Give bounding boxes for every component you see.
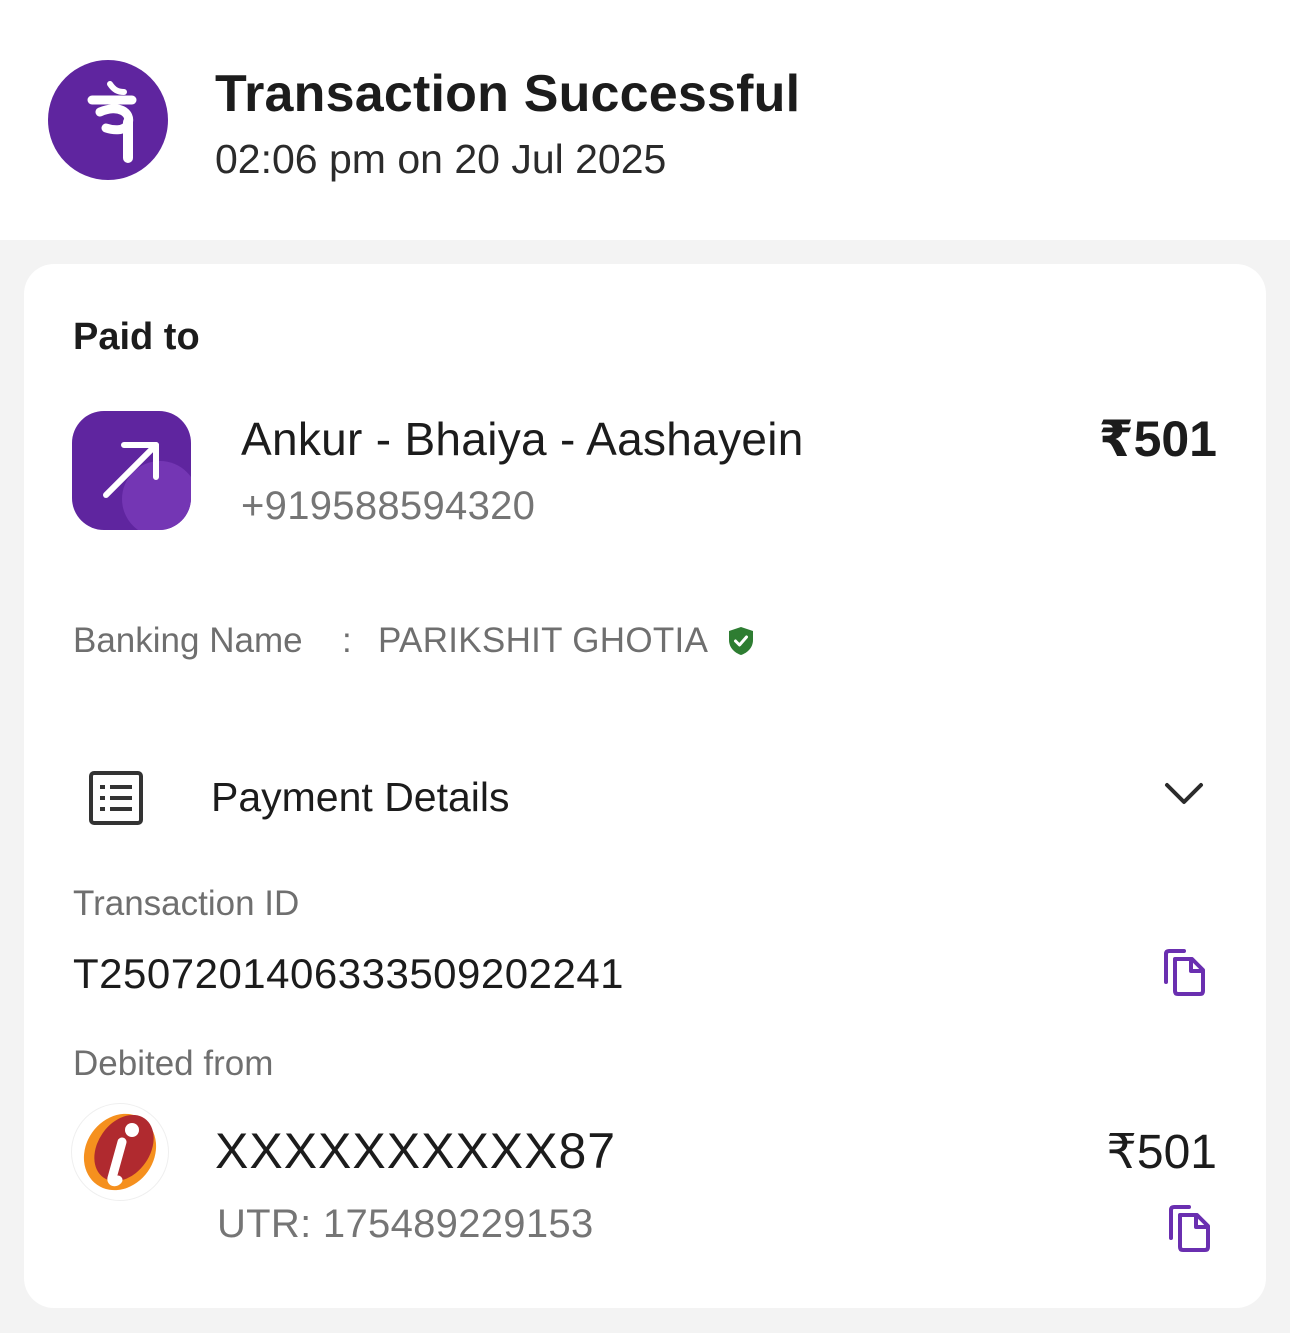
- transaction-datetime: 02:06 pm on 20 Jul 2025: [215, 136, 667, 182]
- debit-account-number: XXXXXXXXXX87: [215, 1123, 617, 1179]
- paid-amount: ₹501: [1098, 411, 1217, 467]
- verified-shield-icon: [727, 626, 755, 661]
- debit-amount: ₹501: [1106, 1126, 1217, 1179]
- debited-from-label: Debited from: [73, 1044, 274, 1083]
- chevron-down-icon[interactable]: [1164, 780, 1204, 811]
- banking-name-separator: :: [342, 621, 352, 660]
- receipt-list-icon[interactable]: [88, 770, 144, 831]
- header: Transaction Successful 02:06 pm on 20 Ju…: [0, 0, 1290, 240]
- banking-name-label: Banking Name: [73, 621, 303, 660]
- phonepe-logo-icon: [48, 60, 168, 180]
- page-title: Transaction Successful: [215, 65, 801, 123]
- transaction-id-value: T2507201406333509202241: [73, 950, 625, 997]
- transaction-id-label: Transaction ID: [73, 884, 300, 923]
- payee-name: Ankur - Bhaiya - Aashayein: [241, 413, 804, 465]
- copy-icon[interactable]: [1162, 948, 1208, 1001]
- arrow-up-right-icon: [72, 411, 191, 530]
- icici-bank-logo-icon: [72, 1104, 168, 1200]
- paid-to-label: Paid to: [73, 316, 200, 358]
- payee-phone: +919588594320: [241, 484, 536, 528]
- transaction-card: Paid to Ankur - Bhaiya - Aashayein +9195…: [24, 264, 1266, 1308]
- copy-icon[interactable]: [1167, 1204, 1213, 1257]
- payment-details-toggle[interactable]: Payment Details: [211, 774, 510, 821]
- transaction-receipt-screen: Transaction Successful 02:06 pm on 20 Ju…: [0, 0, 1290, 1333]
- utr-number: UTR: 175489229153: [217, 1202, 594, 1246]
- banking-name-value: PARIKSHIT GHOTIA: [378, 621, 709, 660]
